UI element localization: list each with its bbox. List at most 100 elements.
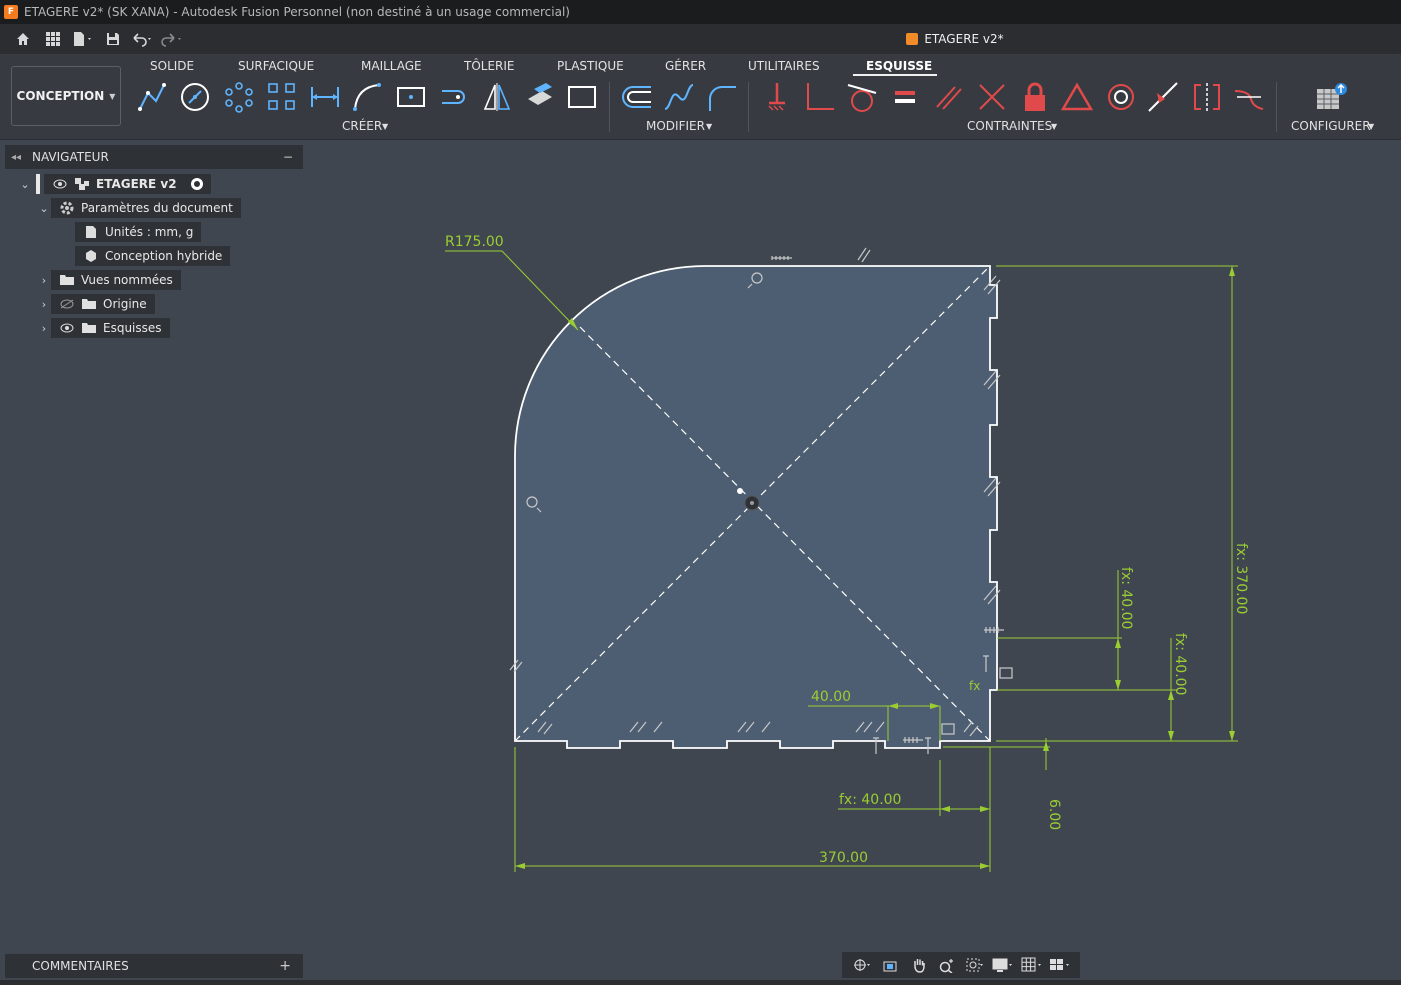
circular-pattern-tool-icon[interactable] (222, 80, 256, 114)
finish-sketch-rectangle-icon[interactable] (565, 80, 599, 114)
document-tab-strip (216, 24, 1401, 54)
perpendicular-constraint-icon[interactable] (803, 80, 837, 114)
tree-chip[interactable]: Paramètres du document (51, 198, 241, 218)
chevron-right-icon[interactable]: › (37, 274, 51, 287)
tree-chip[interactable]: Conception hybride (75, 246, 231, 266)
eye-icon[interactable] (52, 177, 68, 191)
activate-radio-icon[interactable] (190, 178, 203, 190)
arc-tool-icon[interactable] (350, 80, 384, 114)
lock-constraint-icon[interactable] (1018, 80, 1052, 114)
navigator-panel-header[interactable]: ◂◂ NAVIGATEUR − (5, 145, 303, 169)
tree-chip[interactable]: Unités : mm, g (75, 222, 202, 242)
slot-tool-icon[interactable] (437, 80, 471, 114)
tangent-constraint-icon[interactable] (845, 80, 879, 114)
fit-window-icon[interactable] (964, 955, 986, 975)
tab-tolerie[interactable]: TÔLERIE (464, 59, 515, 73)
dimension-tool-icon[interactable] (308, 80, 342, 114)
fusion-logo-icon: F (4, 5, 18, 19)
grid-settings-icon[interactable] (1021, 955, 1043, 975)
tab-surfacique[interactable]: SURFACIQUE (238, 59, 314, 73)
dimension-tab-width-bottom[interactable]: 40.00 (811, 689, 851, 705)
tab-solide[interactable]: SOLIDE (150, 59, 194, 73)
pan-hand-icon[interactable] (908, 955, 930, 975)
dimension-tab-offset-right-1[interactable]: fx: 40.00 (1118, 567, 1134, 629)
tab-maillage[interactable]: MAILLAGE (361, 59, 422, 73)
chevron-down-icon[interactable]: ⌄ (37, 202, 51, 215)
group-label-configurer[interactable]: CONFIGURER (1291, 119, 1371, 133)
mirror-tool-icon[interactable] (480, 80, 514, 114)
document-tab[interactable]: ETAGERE v2* (880, 24, 1030, 54)
tab-utilitaires[interactable]: UTILITAIRES (748, 59, 820, 73)
navigator-title: NAVIGATEUR (32, 150, 109, 164)
workspace-switcher[interactable]: CONCEPTION ▼ (11, 66, 121, 126)
eye-icon[interactable] (59, 321, 75, 335)
file-menu-icon[interactable] (70, 27, 96, 51)
curvature-constraint-icon[interactable] (1232, 80, 1266, 114)
zoom-icon[interactable] (936, 955, 958, 975)
gear-icon (59, 201, 75, 215)
tree-chip[interactable]: Vues nommées (51, 270, 181, 290)
concentric-constraint-icon[interactable] (1104, 80, 1138, 114)
look-at-icon[interactable] (879, 955, 901, 975)
data-panel-grid-icon[interactable] (40, 27, 66, 51)
symmetry-constraint-icon[interactable] (1190, 80, 1224, 114)
tree-chip[interactable]: Origine (51, 294, 155, 314)
home-icon[interactable] (10, 27, 36, 51)
eye-hidden-icon[interactable] (59, 297, 75, 311)
display-settings-icon[interactable] (992, 955, 1014, 975)
offset-tool-icon[interactable] (620, 80, 654, 114)
tree-item-origine[interactable]: › Origine (37, 294, 155, 314)
tab-gerer[interactable]: GÉRER (665, 59, 706, 73)
rectangular-pattern-tool-icon[interactable] (265, 80, 299, 114)
tab-esquisse[interactable]: ESQUISSE (866, 59, 932, 73)
undo-icon[interactable] (130, 27, 156, 51)
group-label-modifier[interactable]: MODIFIER (646, 119, 705, 133)
midpoint-constraint-icon[interactable] (1146, 80, 1180, 114)
dimension-width-total[interactable]: 370.00 (819, 850, 868, 866)
add-comment-icon[interactable]: + (279, 958, 291, 974)
line-tool-icon[interactable] (135, 80, 169, 114)
parameters-table-icon[interactable] (1314, 80, 1348, 114)
tree-item-vues-nommees[interactable]: › Vues nommées (37, 270, 181, 290)
tree-chip[interactable]: Esquisses (51, 318, 170, 338)
circle-tool-icon[interactable] (178, 80, 212, 114)
ribbon-separator (748, 82, 749, 132)
collapse-left-icon[interactable]: ◂◂ (5, 152, 27, 163)
tab-plastique[interactable]: PLASTIQUE (557, 59, 624, 73)
sketch-point[interactable] (737, 488, 743, 494)
coincident-constraint-icon[interactable] (975, 80, 1009, 114)
tree-item-parametres[interactable]: ⌄ Paramètres du document (37, 198, 241, 218)
chevron-down-icon[interactable]: ⌄ (18, 178, 32, 191)
chevron-right-icon[interactable]: › (37, 322, 51, 335)
redo-icon[interactable] (160, 27, 186, 51)
tree-root-chip[interactable]: ETAGERE v2 (44, 174, 211, 194)
dimension-height-total[interactable]: fx: 370.00 (1233, 543, 1249, 614)
tree-item-esquisses[interactable]: › Esquisses (37, 318, 170, 338)
fillet-tool-icon[interactable] (705, 80, 739, 114)
save-icon[interactable] (100, 27, 126, 51)
group-label-contraintes[interactable]: CONTRAINTES (967, 119, 1052, 133)
fx-label: fx (969, 679, 980, 693)
tree-root-row[interactable]: ⌄ ETAGERE v2 (18, 174, 211, 194)
project-tool-icon[interactable] (523, 80, 557, 114)
rectangle-tool-icon[interactable] (394, 80, 428, 114)
dimension-tab-offset-right-2[interactable]: fx: 40.00 (1172, 633, 1188, 695)
spline-tool-icon[interactable] (662, 80, 696, 114)
viewports-icon[interactable] (1049, 955, 1071, 975)
chevron-right-icon[interactable]: › (37, 298, 51, 311)
dimension-tab-offset-bottom[interactable]: fx: 40.00 (839, 792, 901, 808)
tree-item-conception-hybride[interactable]: Conception hybride (75, 246, 231, 266)
minimize-icon[interactable]: − (283, 150, 293, 164)
triangle-constraint-icon[interactable] (1060, 80, 1094, 114)
parallel-constraint-icon[interactable] (932, 80, 966, 114)
dimension-radius[interactable]: R175.00 (445, 234, 504, 250)
status-strip (0, 980, 1401, 985)
group-label-creer[interactable]: CRÉER (342, 119, 382, 133)
equal-constraint-icon[interactable] (888, 80, 922, 114)
comments-panel-header[interactable]: COMMENTAIRES + (5, 954, 303, 978)
orbit-icon[interactable] (851, 955, 873, 975)
sketch-canvas[interactable]: R175.00 fx: 370.00 fx: 40.00 fx: 40.00 3… (0, 140, 1401, 980)
dimension-slot-depth[interactable]: 6.00 (1046, 799, 1062, 830)
fix-constraint-icon[interactable] (760, 80, 794, 114)
tree-item-unites[interactable]: Unités : mm, g (75, 222, 202, 242)
